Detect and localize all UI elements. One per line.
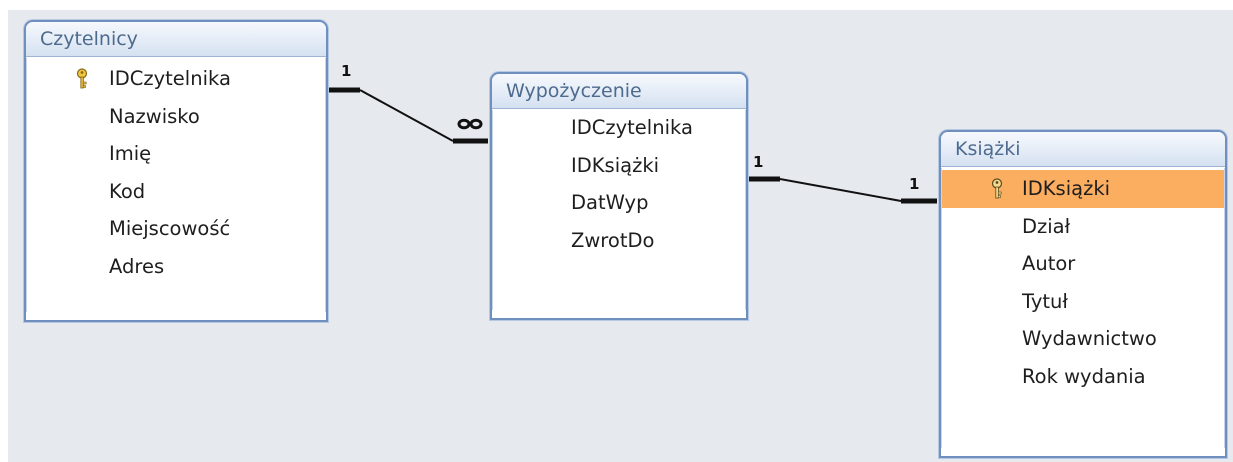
infinity-icon xyxy=(457,118,483,130)
field-row-idksiazki[interactable]: IDKsiążki xyxy=(493,147,745,185)
field-name: Dział xyxy=(1022,214,1071,238)
field-name: IDCzytelnika xyxy=(109,67,231,90)
field-name: Wydawnictwo xyxy=(1022,327,1157,350)
table-title[interactable]: Wypożyczenie xyxy=(492,74,746,109)
field-row-wydawnictwo[interactable]: Wydawnictwo xyxy=(942,320,1224,358)
join-line-wypozyczenie-ksiazki[interactable] xyxy=(779,178,902,202)
field-row-zwrotdo[interactable]: ZwrotDo xyxy=(493,222,745,260)
table-title[interactable]: Czytelnicy xyxy=(26,22,326,57)
field-list[interactable]: IDCzytelnika Nazwisko Imię Kod Miejscowo… xyxy=(26,58,326,312)
table-wypozyczenie[interactable]: Wypożyczenie IDCzytelnika IDKsiążki DatW… xyxy=(490,72,748,320)
field-row-idksiazki[interactable]: IDKsiążki xyxy=(942,170,1224,208)
field-row-idczytelnika[interactable]: IDCzytelnika xyxy=(493,109,745,147)
relationships-canvas[interactable]: 1 1 1 Czytelnicy IDCzytelnika Nazwisko I… xyxy=(8,10,1233,462)
cardinality-one-label: 1 xyxy=(909,175,920,193)
field-name: Kod xyxy=(109,179,146,203)
field-name: Rok wydania xyxy=(1022,364,1146,388)
table-czytelnicy[interactable]: Czytelnicy IDCzytelnika Nazwisko Imię Ko… xyxy=(24,20,328,322)
primary-key-icon xyxy=(991,178,1003,199)
field-row-miejscowosc[interactable]: Miejscowość xyxy=(27,210,325,248)
field-row-rok-wydania[interactable]: Rok wydania xyxy=(942,358,1224,396)
field-row-autor[interactable]: Autor xyxy=(942,245,1224,283)
cardinality-one-label: 1 xyxy=(341,62,352,80)
table-title[interactable]: Książki xyxy=(941,132,1225,167)
field-name: Nazwisko xyxy=(109,104,200,128)
field-name: IDCzytelnika xyxy=(571,116,693,139)
field-row-adres[interactable]: Adres xyxy=(27,248,325,286)
cardinality-one-label: 1 xyxy=(753,153,764,171)
field-row-imie[interactable]: Imię xyxy=(27,135,325,173)
field-name: ZwrotDo xyxy=(571,228,655,252)
field-name: Autor xyxy=(1022,252,1076,275)
field-row-idczytelnika[interactable]: IDCzytelnika xyxy=(27,60,325,98)
field-row-datwyp[interactable]: DatWyp xyxy=(493,184,745,222)
field-list[interactable]: IDKsiążki Dział Autor Tytuł Wydawnictwo … xyxy=(941,168,1225,448)
field-name: Tytuł xyxy=(1022,289,1068,313)
field-list[interactable]: IDCzytelnika IDKsiążki DatWyp ZwrotDo xyxy=(492,110,746,310)
table-ksiazki[interactable]: Książki IDKsiążki Dział Autor Tytuł Wyda… xyxy=(939,130,1227,458)
field-name: Miejscowość xyxy=(109,217,231,240)
field-row-kod[interactable]: Kod xyxy=(27,173,325,211)
field-row-tytul[interactable]: Tytuł xyxy=(942,283,1224,321)
field-row-nazwisko[interactable]: Nazwisko xyxy=(27,98,325,136)
field-name: IDKsiążki xyxy=(1022,177,1111,200)
field-name: DatWyp xyxy=(571,191,649,214)
field-row-dzial[interactable]: Dział xyxy=(942,208,1224,246)
field-name: Imię xyxy=(109,142,152,165)
join-line-czytelnicy-wypozyczenie[interactable] xyxy=(359,89,454,142)
field-name: Adres xyxy=(109,254,165,278)
field-name: IDKsiążki xyxy=(571,153,660,177)
primary-key-icon xyxy=(76,68,88,89)
